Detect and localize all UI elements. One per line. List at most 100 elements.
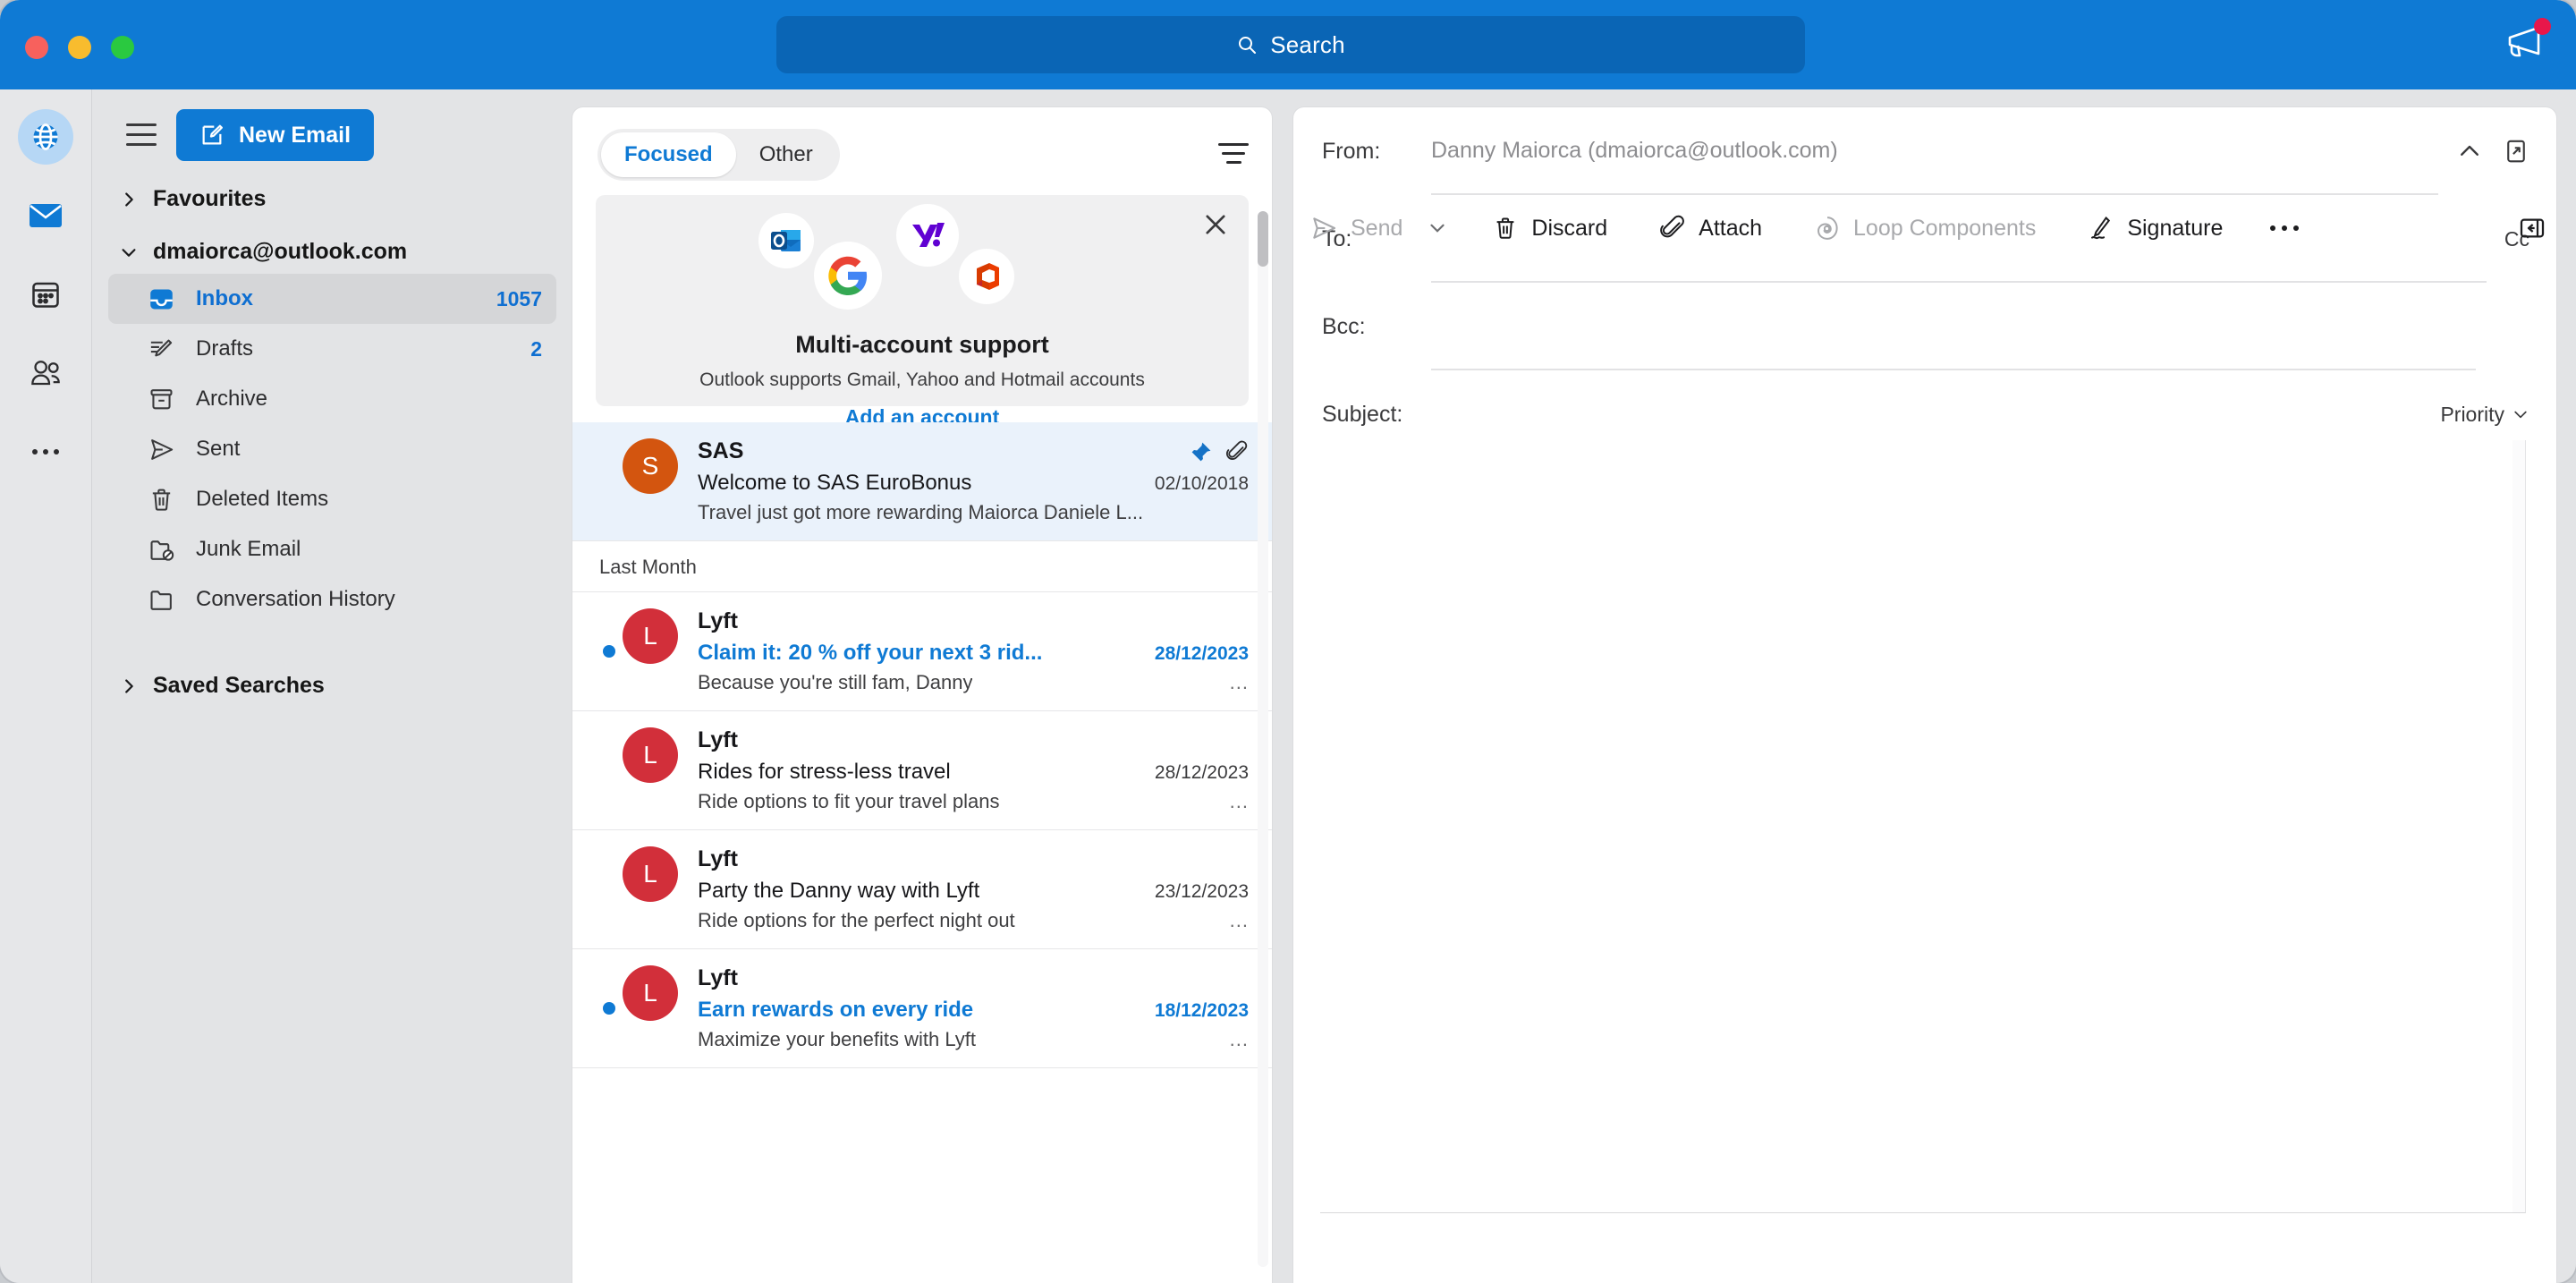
message-subject: Rides for stress-less travel (698, 760, 951, 784)
account-group[interactable]: dmaiorca@outlook.com (119, 239, 556, 265)
app-body: New Email Favourites dmaiorca@outlook.co… (0, 89, 2576, 1283)
account-label: dmaiorca@outlook.com (153, 239, 408, 264)
table-row[interactable]: L Lyft Earn rewards on every ride 18/12/… (572, 949, 1272, 1068)
from-field[interactable]: Danny Maiorca (dmaiorca@outlook.com) (1431, 107, 2438, 195)
rail-item-browser[interactable] (18, 109, 73, 165)
unread-indicator (603, 645, 615, 658)
notification-badge (2534, 18, 2551, 35)
sidebar-item-deleted-items[interactable]: Deleted Items (108, 474, 556, 524)
megaphone-icon[interactable] (2499, 18, 2553, 64)
attach-button[interactable]: Attach (1643, 200, 1778, 256)
drafts-count: 2 (530, 336, 542, 361)
zoom-window-button[interactable] (111, 36, 134, 59)
rail-item-more-apps[interactable] (18, 424, 73, 480)
favourites-label: Favourites (153, 186, 267, 211)
table-row[interactable]: S SAS Welcome to SAS EuroBonus 02/10/201… (572, 422, 1272, 541)
folder-pane-header: New Email (108, 89, 556, 161)
sidebar-item-label: Deleted Items (196, 487, 329, 511)
collapse-pane-icon (2520, 218, 2545, 238)
sidebar-item-archive[interactable]: Archive (108, 374, 556, 424)
minimize-window-button[interactable] (68, 36, 91, 59)
office-logo (959, 249, 1014, 304)
subject-actions: Priority (2422, 403, 2529, 427)
saved-searches-label: Saved Searches (153, 673, 325, 698)
sidebar-item-label: Inbox (196, 286, 253, 310)
open-in-new-icon[interactable] (2503, 138, 2529, 165)
compose-icon (202, 124, 223, 145)
table-row[interactable]: L Lyft Rides for stress-less travel 28/1… (572, 711, 1272, 830)
ribbon-overflow-button[interactable] (2255, 200, 2314, 256)
table-row[interactable]: L Lyft Claim it: 20 % off your next 3 ri… (572, 592, 1272, 711)
promo-logos (596, 204, 1249, 310)
priority-dropdown[interactable]: Priority (2440, 403, 2529, 427)
compose-ribbon: Send Discard Attach Loop Components Sign… (1293, 188, 2556, 268)
message-sender: SAS (698, 438, 744, 463)
discard-button[interactable]: Discard (1476, 200, 1623, 256)
sidebar-item-sent[interactable]: Sent (108, 424, 556, 474)
message-list-scrollbar[interactable] (1258, 211, 1268, 1267)
archive-icon (148, 386, 178, 413)
drafts-icon (148, 336, 178, 363)
hamburger-icon[interactable] (126, 123, 157, 147)
tab-focused[interactable]: Focused (601, 132, 736, 177)
avatar: S (623, 438, 678, 494)
filter-icon[interactable] (1218, 143, 1249, 166)
loop-components-button[interactable]: Loop Components (1798, 200, 2052, 256)
list-group-header: Last Month (572, 541, 1272, 592)
table-row[interactable]: L Lyft Party the Danny way with Lyft 23/… (572, 830, 1272, 949)
folder-list: Inbox 1057 Drafts 2 Archive Sent Deleted… (108, 274, 556, 625)
rail-item-calendar[interactable] (18, 267, 73, 322)
editor-scrollbar[interactable] (2512, 440, 2525, 1212)
people-icon (31, 361, 60, 386)
avatar-letter: S (641, 452, 659, 480)
message-list-header: Focused Other (572, 107, 1272, 195)
avatar-letter: L (643, 860, 657, 888)
search-input[interactable]: Search (776, 16, 1805, 73)
signature-button[interactable]: Signature (2072, 200, 2239, 256)
saved-searches-group[interactable]: Saved Searches (119, 673, 556, 699)
more-icon (2270, 225, 2300, 231)
message-body-editor[interactable] (1320, 440, 2526, 1213)
compose-pane: From: Danny Maiorca (dmaiorca@outlook.co… (1293, 89, 2576, 1283)
pin-icon[interactable] (1190, 440, 1213, 463)
search-placeholder: Search (1270, 30, 1345, 58)
send-options-dropdown[interactable] (1419, 220, 1456, 236)
scrollbar-thumb[interactable] (1258, 211, 1268, 267)
unread-indicator (603, 1002, 615, 1015)
message-sender: Lyft (698, 608, 738, 633)
close-window-button[interactable] (25, 36, 48, 59)
rail-item-people[interactable] (18, 345, 73, 401)
new-email-button[interactable]: New Email (176, 109, 375, 161)
promo-title: Multi-account support (795, 331, 1049, 358)
collapse-pane-button[interactable] (2508, 200, 2556, 256)
folder-pane: New Email Favourites dmaiorca@outlook.co… (92, 89, 572, 1283)
avatar: L (623, 727, 678, 783)
sidebar-item-inbox[interactable]: Inbox 1057 (108, 274, 556, 324)
inbox-count: 1057 (496, 286, 542, 310)
message-overflow[interactable]: ... (1230, 790, 1249, 813)
chevron-up-icon[interactable] (2456, 138, 2483, 165)
sidebar-item-junk-email[interactable]: Junk Email (108, 524, 556, 574)
avatar: L (623, 608, 678, 664)
tab-other[interactable]: Other (736, 132, 836, 177)
rail-item-mail[interactable] (18, 188, 73, 243)
message-subject: Welcome to SAS EuroBonus (698, 471, 972, 495)
avatar-letter: L (643, 622, 657, 650)
avatar: L (623, 965, 678, 1021)
message-overflow[interactable]: ... (1230, 1028, 1249, 1051)
message-subject: Party the Danny way with Lyft (698, 879, 980, 903)
sidebar-item-drafts[interactable]: Drafts 2 (108, 324, 556, 374)
message-date: 02/10/2018 (1154, 473, 1249, 494)
sidebar-item-conversation-history[interactable]: Conversation History (108, 574, 556, 625)
attach-label: Attach (1699, 215, 1763, 241)
inbox-icon (148, 285, 178, 313)
bcc-field[interactable] (1431, 283, 2476, 370)
attachment-icon[interactable] (1225, 440, 1249, 463)
compose-card: From: Danny Maiorca (dmaiorca@outlook.co… (1293, 107, 2556, 1283)
from-actions (2438, 138, 2529, 165)
message-overflow[interactable]: ... (1230, 909, 1249, 932)
avatar-letter: L (643, 741, 657, 769)
favourites-group[interactable]: Favourites (119, 186, 556, 212)
send-button[interactable]: Send (1293, 200, 1419, 256)
message-overflow[interactable]: ... (1230, 671, 1249, 694)
